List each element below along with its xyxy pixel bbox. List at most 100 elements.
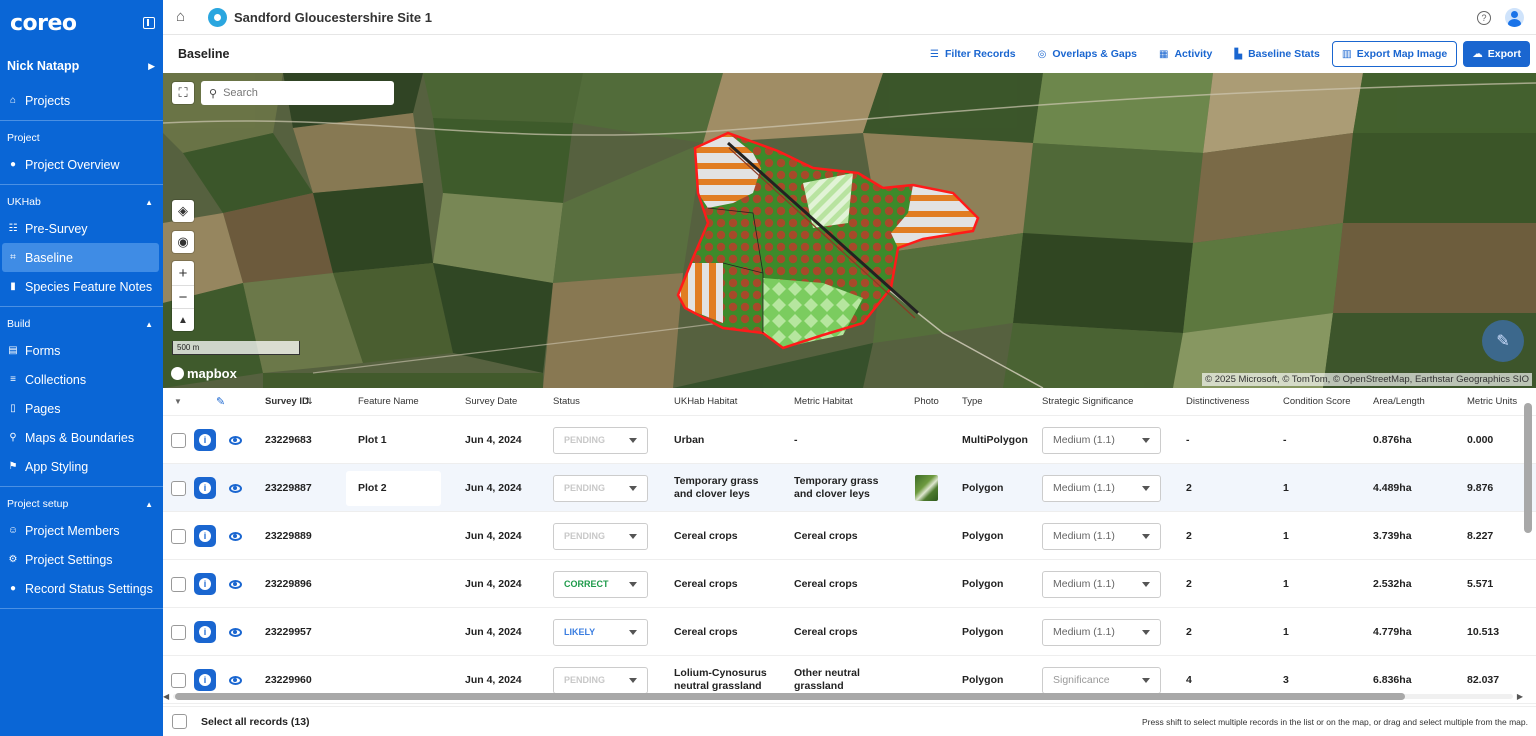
info-button[interactable]: i	[194, 477, 216, 499]
column-header-survey-date[interactable]: Survey Date	[465, 396, 517, 407]
table-row[interactable]: i 23229896 Jun 4, 2024 CORRECT Cereal crops C…	[163, 560, 1536, 608]
row-checkbox[interactable]	[171, 672, 186, 688]
sidebar-item-maps-boundaries[interactable]: ⚲ Maps & Boundaries	[0, 423, 163, 452]
select-all-checkbox[interactable]	[172, 714, 187, 729]
strategic-significance-select[interactable]: Significance	[1042, 666, 1161, 694]
sidebar-item-pre-survey[interactable]: ☷ Pre-Survey	[0, 214, 163, 243]
sidebar-item-species-feature-notes[interactable]: ▮ Species Feature Notes	[0, 272, 163, 301]
column-header-type[interactable]: Type	[962, 396, 983, 407]
sidebar-section-ukhab[interactable]: UKHab ▲	[0, 190, 163, 214]
scroll-thumb[interactable]	[175, 693, 1405, 700]
fullscreen-button[interactable]: ⛶	[172, 82, 194, 104]
table-row[interactable]: i 23229889 Jun 4, 2024 PENDING Cereal crops C…	[163, 512, 1536, 560]
sidebar-item-project-settings[interactable]: ⚙ Project Settings	[0, 545, 163, 574]
info-button[interactable]: i	[194, 669, 216, 691]
export-button[interactable]: ☁ Export	[1463, 41, 1530, 67]
map-view[interactable]: ⛶ ⚲ Search ◈ ◉ + − ▲ 500 m mapbox © 2025…	[163, 73, 1536, 388]
info-button[interactable]: i	[194, 525, 216, 547]
sidebar-section-build[interactable]: Build ▲	[0, 312, 163, 336]
baseline-stats-button[interactable]: ▙ Baseline Stats	[1234, 48, 1320, 60]
chevron-up-icon: ▲	[145, 499, 153, 509]
horizontal-scrollbar[interactable]: ◀ ▶	[163, 692, 1523, 701]
info-button[interactable]: i	[194, 429, 216, 451]
vertical-scrollbar[interactable]	[1524, 403, 1532, 533]
column-header-strategic-significance[interactable]: Strategic Significance	[1042, 396, 1133, 407]
status-select[interactable]: PENDING	[553, 666, 648, 694]
collapse-sidebar-icon[interactable]	[143, 17, 155, 29]
status-select[interactable]: CORRECT	[553, 570, 648, 598]
eye-icon[interactable]	[229, 435, 242, 445]
sidebar-item-app-styling[interactable]: ⚑ App Styling	[0, 452, 163, 481]
photo-thumbnail[interactable]	[915, 475, 938, 501]
row-checkbox[interactable]	[171, 576, 186, 592]
feature-name-field[interactable]: Plot 2	[346, 470, 441, 506]
activity-button[interactable]: ▦ Activity	[1159, 48, 1212, 60]
status-select[interactable]: PENDING	[553, 426, 648, 454]
zoom-out-button[interactable]: −	[172, 284, 194, 308]
sidebar-section-project-setup[interactable]: Project setup ▲	[0, 492, 163, 516]
sidebar-item-record-status-settings[interactable]: ● Record Status Settings	[0, 574, 163, 603]
feature-name-field[interactable]: Plot 1	[346, 422, 441, 458]
coreo-logo[interactable]: coreo	[10, 11, 77, 36]
export-map-image-button[interactable]: ▥ Export Map Image	[1331, 41, 1458, 67]
edit-pencil-icon[interactable]: ✎	[216, 395, 225, 408]
home-icon[interactable]: ⌂	[176, 9, 192, 25]
status-select[interactable]: LIKELY	[553, 618, 648, 646]
draw-edit-button[interactable]: ✎	[1482, 320, 1524, 362]
map-search-input[interactable]: ⚲ Search	[201, 81, 394, 105]
sidebar-item-project-overview[interactable]: ● Project Overview	[0, 150, 163, 179]
column-header-survey-id[interactable]: Survey ID	[265, 396, 309, 407]
eye-icon[interactable]	[229, 483, 242, 493]
compass-button[interactable]: ▲	[172, 307, 194, 331]
status-select[interactable]: PENDING	[553, 474, 648, 502]
row-checkbox[interactable]	[171, 480, 186, 496]
column-header-metric-habitat[interactable]: Metric Habitat	[794, 396, 853, 407]
column-header-ukhab-habitat[interactable]: UKHab Habitat	[674, 396, 737, 407]
eye-icon[interactable]	[229, 531, 242, 541]
info-button[interactable]: i	[194, 621, 216, 643]
select-all-label[interactable]: Select all records (13)	[201, 716, 310, 728]
strategic-significance-select[interactable]: Medium (1.1)	[1042, 618, 1161, 646]
row-checkbox[interactable]	[171, 528, 186, 544]
strategic-significance-select[interactable]: Medium (1.1)	[1042, 474, 1161, 502]
map-attribution[interactable]: © 2025 Microsoft, © TomTom, © OpenStreet…	[1202, 373, 1532, 386]
layers-button[interactable]: ◈	[172, 200, 194, 222]
column-header-condition-score[interactable]: Condition Score	[1283, 396, 1351, 407]
column-header-photo[interactable]: Photo	[914, 396, 939, 407]
column-header-metric-units[interactable]: Metric Units	[1467, 396, 1517, 407]
column-header-area-length[interactable]: Area/Length	[1373, 396, 1425, 407]
table-row[interactable]: i 23229887 Plot 2 Jun 4, 2024 PENDING Tempora…	[163, 464, 1536, 512]
header-menu-icon[interactable]: ▼	[174, 397, 182, 406]
eye-icon[interactable]	[229, 675, 242, 685]
table-row[interactable]: i 23229957 Jun 4, 2024 LIKELY Cereal crops Ce…	[163, 608, 1536, 656]
sidebar-item-project-members[interactable]: ☺ Project Members	[0, 516, 163, 545]
status-select[interactable]: PENDING	[553, 522, 648, 550]
strategic-significance-select[interactable]: Medium (1.1)	[1042, 426, 1161, 454]
row-checkbox[interactable]	[171, 432, 186, 448]
sidebar-item-baseline[interactable]: ⌗ Baseline	[2, 243, 159, 272]
column-header-status[interactable]: Status	[553, 396, 580, 407]
strategic-significance-select[interactable]: Medium (1.1)	[1042, 522, 1161, 550]
column-header-distinctiveness[interactable]: Distinctiveness	[1186, 396, 1249, 407]
user-menu[interactable]: Nick Natapp ▶	[0, 46, 163, 86]
eye-icon[interactable]	[229, 579, 242, 589]
zoom-in-button[interactable]: +	[179, 262, 188, 285]
sidebar-item-pages[interactable]: ▯ Pages	[0, 394, 163, 423]
avatar[interactable]	[1505, 8, 1524, 27]
row-checkbox[interactable]	[171, 624, 186, 640]
locate-button[interactable]: ◉	[172, 231, 194, 253]
scroll-right-icon[interactable]: ▶	[1517, 692, 1523, 701]
sort-icon[interactable]: ⇅	[305, 396, 313, 407]
sidebar-item-collections[interactable]: ≡ Collections	[0, 365, 163, 394]
filter-records-button[interactable]: ☰ Filter Records	[930, 48, 1016, 60]
eye-icon[interactable]	[229, 627, 242, 637]
column-header-feature-name[interactable]: Feature Name	[358, 396, 419, 407]
help-icon[interactable]: ?	[1477, 10, 1491, 25]
sidebar-item-forms[interactable]: ▤ Forms	[0, 336, 163, 365]
info-button[interactable]: i	[194, 573, 216, 595]
table-row[interactable]: i 23229683 Plot 1 Jun 4, 2024 PENDING Urban - M…	[163, 416, 1536, 464]
sidebar-item-projects[interactable]: ⌂ Projects	[0, 86, 163, 115]
strategic-significance-select[interactable]: Medium (1.1)	[1042, 570, 1161, 598]
overlaps-gaps-button[interactable]: ◎ Overlaps & Gaps	[1038, 48, 1137, 60]
scroll-left-icon[interactable]: ◀	[163, 692, 169, 701]
